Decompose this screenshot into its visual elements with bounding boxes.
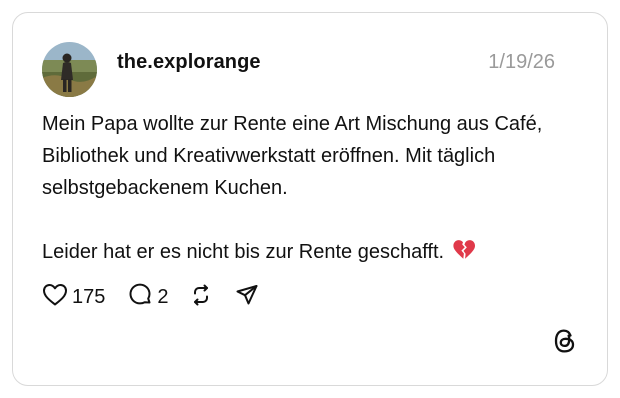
share-button[interactable] [235, 283, 259, 312]
avatar[interactable] [42, 42, 97, 97]
repost-button[interactable] [189, 283, 213, 312]
action-bar: 175 2 [42, 282, 259, 312]
post-date: 1/19/26 [488, 51, 555, 73]
post-body: Mein Papa wollte zur Rente eine Art Misc… [42, 108, 582, 271]
post-paragraph-2-text: Leider hat er es nicht bis zur Rente ges… [42, 241, 445, 263]
threads-logo-icon[interactable] [553, 328, 577, 359]
post-card: the.explorange 1/19/26 Mein Papa wollte … [12, 12, 608, 386]
post-paragraph-1: Mein Papa wollte zur Rente eine Art Misc… [42, 113, 543, 199]
share-icon [235, 283, 259, 312]
broken-heart-icon [452, 239, 476, 271]
like-count: 175 [72, 285, 106, 308]
avatar-photo [42, 42, 97, 97]
reply-icon [127, 282, 153, 313]
username[interactable]: the.explorange [117, 51, 261, 74]
post-paragraph-2: Leider hat er es nicht bis zur Rente ges… [42, 236, 582, 271]
repost-icon [189, 283, 213, 312]
reply-count: 2 [157, 285, 169, 308]
reply-button[interactable]: 2 [127, 282, 169, 313]
like-button[interactable]: 175 [42, 283, 105, 312]
heart-icon [42, 283, 68, 312]
